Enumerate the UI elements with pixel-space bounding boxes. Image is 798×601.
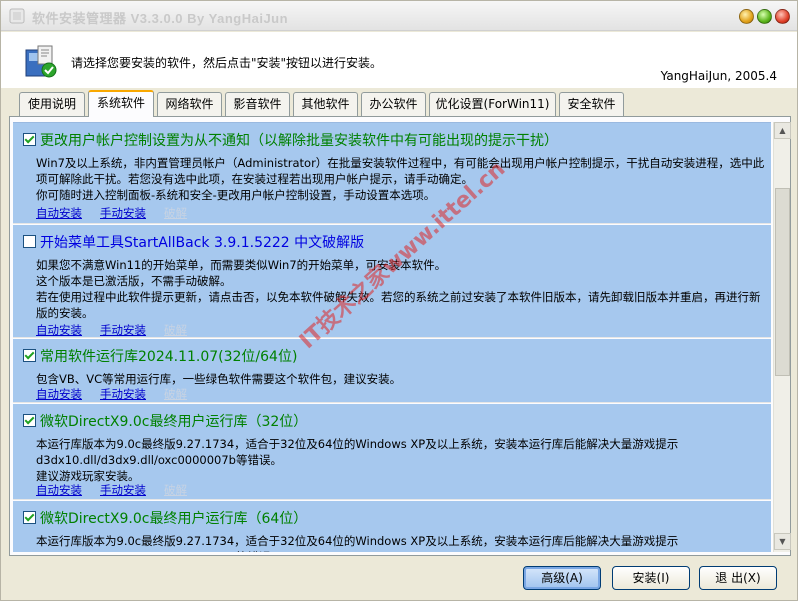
auto-install-link[interactable]: 自动安装 (36, 205, 82, 221)
manual-install-link[interactable]: 手动安装 (100, 322, 146, 338)
tab-other-software[interactable]: 其他软件 (293, 92, 358, 116)
crack-link: 破解 (164, 483, 187, 497)
entry-description: 包含VB、VC等常用运行库，一些绿色软件需要这个软件包，建议安装。 (36, 372, 402, 386)
auto-install-link[interactable]: 自动安装 (36, 386, 82, 402)
close-button[interactable] (775, 9, 790, 24)
title-bar: 软件安装管理器 V3.3.0.0 By YangHaiJun (1, 1, 797, 31)
tab-network-software[interactable]: 网络软件 (157, 92, 222, 116)
entry-title[interactable]: 更改用户帐户控制设置为从不通知（以解除批量安装软件中有可能出现的提示干扰） (40, 130, 558, 150)
crack-link: 破解 (164, 323, 187, 337)
tab-media-software[interactable]: 影音软件 (225, 92, 290, 116)
tab-security-software[interactable]: 安全软件 (559, 92, 624, 116)
auto-install-link[interactable]: 自动安装 (36, 322, 82, 338)
list-item: 开始菜单工具StartAllBack 3.9.1.5222 中文破解版 如果您不… (13, 225, 771, 338)
vertical-scrollbar[interactable]: ▲ ▼ (773, 122, 791, 552)
manual-install-link[interactable]: 手动安装 (100, 482, 146, 498)
app-icon (9, 8, 25, 24)
exit-button[interactable]: 退 出(X) (699, 566, 777, 590)
entry-description: 本运行库版本为9.0c最终版9.27.1734，适合于32位及64位的Windo… (36, 437, 679, 483)
list-item: 微软DirectX9.0c最终用户运行库（64位） 本运行库版本为9.0c最终版… (13, 501, 771, 552)
advanced-button[interactable]: 高级(A) (523, 566, 601, 590)
scroll-up-icon[interactable]: ▲ (774, 122, 791, 139)
list-item: 常用软件运行库2024.11.07(32位/64位) 包含VB、VC等常用运行库… (13, 339, 771, 403)
entry-checkbox[interactable] (23, 133, 36, 146)
install-button[interactable]: 安装(I) (612, 566, 690, 590)
checkmark-icon (24, 349, 35, 360)
list-item: 更改用户帐户控制设置为从不通知（以解除批量安装软件中有可能出现的提示干扰） Wi… (13, 123, 771, 224)
entry-description: 如果您不满意Win11的开始菜单，而需要类似Win7的开始菜单，可安装本软件。 … (36, 258, 761, 320)
entry-checkbox[interactable] (23, 235, 36, 248)
software-panel: 更改用户帐户控制设置为从不通知（以解除批量安装软件中有可能出现的提示干扰） Wi… (9, 116, 791, 556)
window-title: 软件安装管理器 V3.3.0.0 By YangHaiJun (32, 11, 289, 26)
tab-office-software[interactable]: 办公软件 (361, 92, 426, 116)
entry-description: 本运行库版本为9.0c最终版9.27.1734，适合于32位及64位的Windo… (36, 534, 679, 552)
crack-link: 破解 (164, 206, 187, 220)
scroll-down-icon[interactable]: ▼ (774, 533, 791, 550)
auto-install-link[interactable]: 自动安装 (36, 482, 82, 498)
author-text: YangHaiJun, 2005.4 (660, 69, 777, 83)
entry-checkbox[interactable] (23, 511, 36, 524)
checkmark-icon (24, 133, 35, 144)
entry-checkbox[interactable] (23, 414, 36, 427)
header-area: 请选择您要安装的软件，然后点击"安装"按钮以进行安装。 YangHaiJun, … (1, 32, 797, 88)
scrollbar-thumb[interactable] (775, 188, 790, 376)
crack-link: 破解 (164, 387, 187, 401)
entry-title[interactable]: 常用软件运行库2024.11.07(32位/64位) (40, 346, 297, 366)
entry-description: Win7及以上系统，非内置管理员帐户（Administrator）在批量安装软件… (36, 156, 765, 202)
manual-install-link[interactable]: 手动安装 (100, 205, 146, 221)
checkmark-icon (24, 511, 35, 522)
list-item: 微软DirectX9.0c最终用户运行库（32位） 本运行库版本为9.0c最终版… (13, 404, 771, 500)
installer-window: 软件安装管理器 V3.3.0.0 By YangHaiJun 请选择您要安装的软… (0, 0, 798, 601)
setup-icon (25, 45, 57, 78)
instruction-text: 请选择您要安装的软件，然后点击"安装"按钮以进行安装。 (71, 56, 383, 70)
entry-checkbox[interactable] (23, 349, 36, 362)
tab-usage[interactable]: 使用说明 (19, 92, 85, 116)
maximize-button[interactable] (757, 9, 772, 24)
manual-install-link[interactable]: 手动安装 (100, 386, 146, 402)
tab-system-software[interactable]: 系统软件 (88, 90, 154, 117)
checkmark-icon (24, 414, 35, 425)
software-list: 更改用户帐户控制设置为从不通知（以解除批量安装软件中有可能出现的提示干扰） Wi… (13, 122, 771, 552)
entry-title[interactable]: 开始菜单工具StartAllBack 3.9.1.5222 中文破解版 (40, 232, 364, 252)
entry-title[interactable]: 微软DirectX9.0c最终用户运行库（32位） (40, 411, 307, 431)
entry-title[interactable]: 微软DirectX9.0c最终用户运行库（64位） (40, 508, 307, 528)
tab-optimization[interactable]: 优化设置(ForWin11) (429, 92, 556, 116)
minimize-button[interactable] (739, 9, 754, 24)
